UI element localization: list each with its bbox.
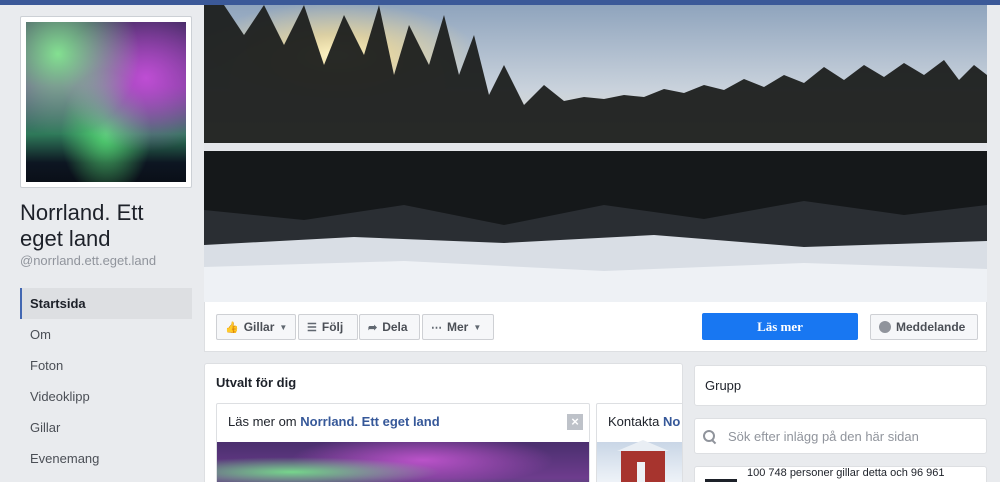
chevron-down-icon: ▼ [473, 322, 482, 332]
cover-photo[interactable] [204, 5, 987, 302]
featured-card-page-link[interactable]: No [663, 414, 680, 429]
message-button[interactable]: Meddelande [870, 314, 978, 340]
more-button[interactable]: ⋯ Mer ▼ [422, 314, 494, 340]
message-label: Meddelande [896, 320, 966, 334]
nav-item-om[interactable]: Om [20, 319, 192, 350]
page-handle[interactable]: @norrland.ett.eget.land [20, 253, 156, 268]
cabin-door-shape [637, 462, 645, 482]
more-label: Mer [447, 320, 469, 334]
messenger-icon [879, 321, 891, 333]
page-action-bar: 👍 Gillar ▼ ☰ Följ ➦ Dela ⋯ Mer ▼ Läs mer… [204, 302, 987, 352]
search-icon [703, 429, 716, 443]
group-box[interactable]: Grupp [694, 365, 987, 406]
nav-item-startsida[interactable]: Startsida [20, 288, 192, 319]
featured-card-learn-more[interactable]: Läs mer om Norrland. Ett eget land × [216, 403, 590, 482]
search-placeholder: Sök efter inlägg på den här sidan [728, 428, 919, 444]
group-label: Grupp [705, 378, 742, 393]
nav-item-foton[interactable]: Foton [20, 350, 192, 381]
chevron-down-icon: ▼ [279, 322, 288, 332]
cover-landscape-image [204, 5, 987, 302]
featured-title: Utvalt för dig [216, 375, 297, 390]
follow-label: Följ [321, 320, 344, 334]
nav-item-evenemang[interactable]: Evenemang [20, 443, 192, 474]
like-label: Gillar [243, 320, 275, 334]
likes-summary-box: 100 748 personer gillar detta och 96 961 [694, 466, 987, 482]
share-arrow-icon: ➦ [368, 321, 378, 334]
featured-card-prefix: Läs mer om [228, 414, 297, 429]
rss-icon: ☰ [307, 321, 317, 334]
page-title[interactable]: Norrland. Ett eget land [20, 200, 190, 252]
nav-item-gillar[interactable]: Gillar [20, 412, 192, 443]
featured-card-contact[interactable]: Kontakta No [596, 403, 682, 482]
page-search-box[interactable]: Sök efter inlägg på den här sidan [694, 418, 987, 454]
page-nav: Startsida Om Foton Videoklipp Gillar Eve… [20, 288, 192, 474]
featured-card-prefix: Kontakta [608, 414, 660, 429]
learn-more-button[interactable]: Läs mer [702, 313, 858, 340]
nav-item-videoklipp[interactable]: Videoklipp [20, 381, 192, 412]
ellipsis-icon: ⋯ [431, 321, 442, 334]
aurora-card-image [217, 442, 589, 482]
likes-count-text: 100 748 personer gillar detta och 96 961 [747, 467, 945, 479]
like-button[interactable]: 👍 Gillar ▼ [216, 314, 296, 340]
aurora-profile-image [26, 22, 186, 182]
close-icon[interactable]: × [567, 414, 583, 430]
thumbs-up-icon: 👍 [225, 321, 239, 334]
featured-section: Utvalt för dig Läs mer om Norrland. Ett … [204, 363, 683, 482]
featured-card-page-link[interactable]: Norrland. Ett eget land [300, 414, 439, 429]
profile-picture[interactable] [20, 16, 192, 188]
featured-card-heading: Kontakta No [608, 414, 680, 429]
share-label: Dela [382, 320, 408, 334]
red-cabin-shape [617, 440, 669, 482]
red-cabin-image [597, 440, 682, 482]
follow-button[interactable]: ☰ Följ [298, 314, 358, 340]
share-button[interactable]: ➦ Dela [359, 314, 420, 340]
featured-card-heading: Läs mer om Norrland. Ett eget land [228, 414, 440, 429]
